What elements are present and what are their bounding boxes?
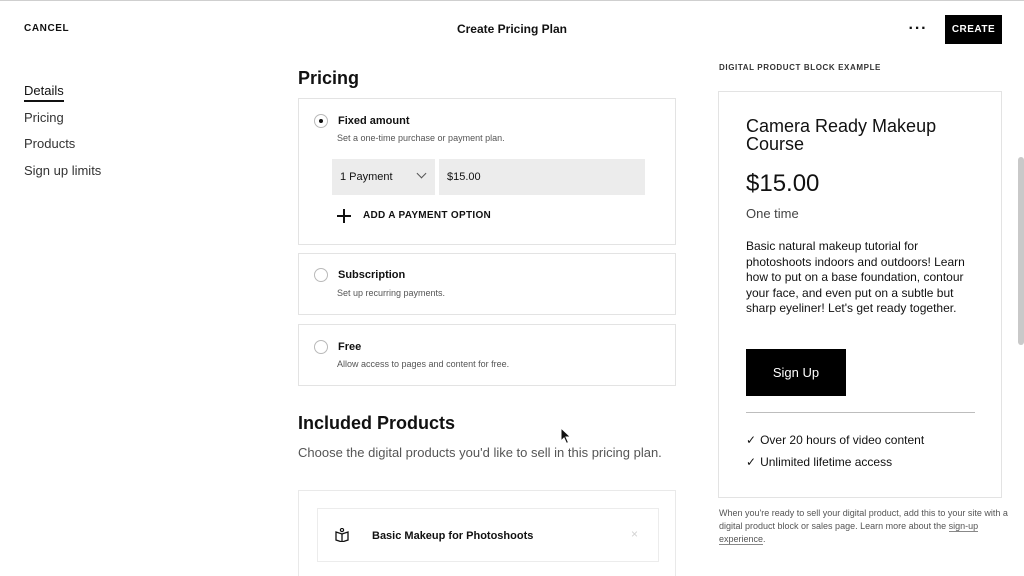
option-description: Set a one-time purchase or payment plan. [337, 133, 505, 143]
more-options-icon[interactable]: ··· [906, 18, 930, 40]
book-icon [335, 528, 349, 542]
sidebar-item-products[interactable]: Products [24, 136, 101, 163]
top-divider [0, 0, 1024, 1]
sidebar-item-pricing[interactable]: Pricing [24, 110, 101, 137]
scrollbar[interactable] [1018, 157, 1024, 345]
sign-up-button[interactable]: Sign Up [746, 349, 846, 396]
sidebar-item-label: Sign up limits [24, 162, 102, 178]
pricing-section-title: Pricing [298, 68, 360, 88]
included-products-title: Included Products [298, 413, 456, 433]
preview-note: When you're ready to sell your digital p… [719, 507, 1009, 546]
create-button[interactable]: CREATE [945, 15, 1002, 44]
sidebar-item-label: Pricing [24, 109, 64, 125]
pricing-option-fixed-amount[interactable]: Fixed amount Set a one-time purchase or … [298, 98, 676, 245]
option-description: Set up recurring payments. [337, 288, 446, 298]
subscription-radio[interactable] [314, 268, 328, 282]
pricing-option-free[interactable]: Free Allow access to pages and content f… [298, 324, 676, 386]
price-value: $15.00 [447, 171, 481, 183]
option-title: Free [338, 341, 362, 353]
preview-divider [746, 412, 975, 413]
preview-heading: DIGITAL PRODUCT BLOCK EXAMPLE [719, 63, 881, 72]
digital-product-block-preview: Camera Ready Makeup Course $15.00 One ti… [718, 91, 1002, 498]
pricing-option-subscription[interactable]: Subscription Set up recurring payments. [298, 253, 676, 315]
note-suffix: . [763, 534, 766, 544]
payment-count-select[interactable]: 1 Payment [332, 159, 435, 195]
preview-title: Camera Ready Makeup Course [746, 116, 937, 154]
fixed-amount-radio[interactable] [314, 114, 328, 128]
included-products-description: Choose the digital products you'd like t… [298, 445, 662, 460]
cancel-button[interactable]: CANCEL [24, 23, 69, 34]
remove-product-icon[interactable]: × [631, 527, 638, 541]
option-title: Subscription [338, 269, 406, 281]
check-icon: ✓ [746, 433, 757, 447]
free-radio[interactable] [314, 340, 328, 354]
sidebar-item-label: Products [24, 136, 76, 151]
chevron-down-icon [416, 168, 427, 179]
plus-icon [337, 209, 351, 223]
option-title: Fixed amount [338, 115, 410, 127]
included-products-list: Basic Makeup for Photoshoots × [298, 490, 676, 576]
add-payment-option-label: ADD A PAYMENT OPTION [363, 210, 492, 221]
sidebar-nav: Details Pricing Products Sign up limits [24, 83, 101, 189]
sidebar-item-label: Details [24, 83, 64, 102]
mouse-cursor-icon [560, 427, 572, 445]
sidebar-item-details[interactable]: Details [24, 83, 101, 110]
sidebar-item-sign-up-limits[interactable]: Sign up limits [24, 163, 101, 190]
option-description: Allow access to pages and content for fr… [337, 359, 510, 369]
preview-price: $15.00 [746, 170, 820, 197]
product-item[interactable]: Basic Makeup for Photoshoots × [317, 508, 659, 562]
preview-description: Basic natural makeup tutorial for photos… [746, 239, 965, 316]
check-icon: ✓ [746, 455, 757, 469]
price-input[interactable]: $15.00 [439, 159, 645, 195]
feature-text: Unlimited lifetime access [760, 455, 893, 469]
feature-text: Over 20 hours of video content [760, 433, 925, 447]
product-name: Basic Makeup for Photoshoots [372, 530, 534, 542]
preview-feature: ✓ Unlimited lifetime access [746, 455, 892, 469]
preview-feature: ✓ Over 20 hours of video content [746, 433, 924, 447]
page-title: Create Pricing Plan [456, 22, 568, 36]
preview-period: One time [746, 206, 799, 221]
payment-count-value: 1 Payment [340, 171, 393, 183]
